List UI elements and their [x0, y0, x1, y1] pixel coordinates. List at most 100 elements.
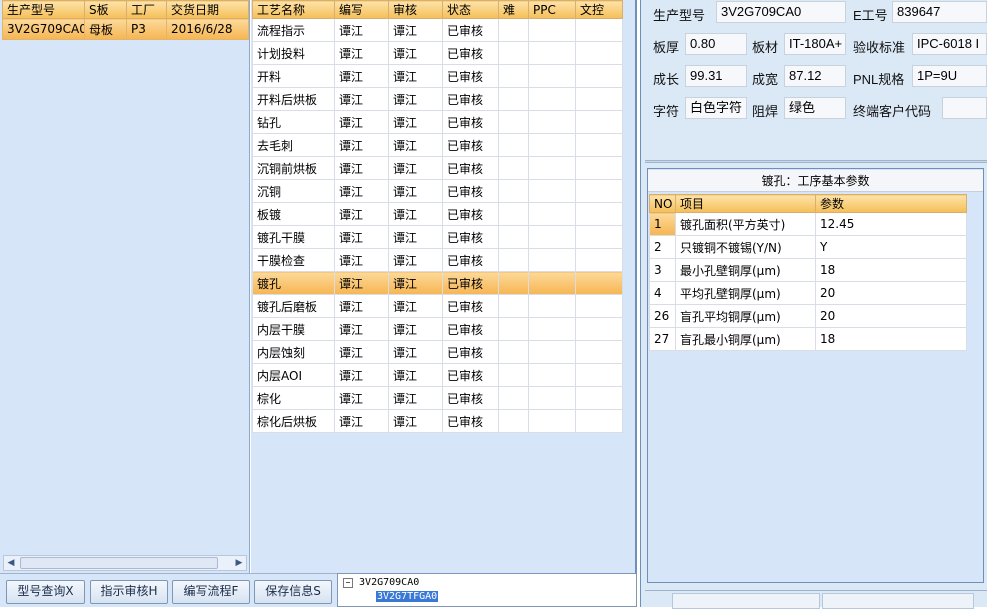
cell-author: 谭江: [334, 156, 389, 180]
cell-author: 谭江: [334, 294, 389, 318]
col-header-reviewer[interactable]: 审核: [388, 0, 443, 19]
scroll-thumb[interactable]: [20, 557, 218, 569]
cell-process-name: 镀孔: [252, 271, 335, 295]
table-row[interactable]: 计划投料 谭江 谭江 已审核: [252, 41, 623, 65]
cell-ppc: [528, 133, 576, 157]
cell-reviewer: 谭江: [388, 87, 443, 111]
tree-node-root[interactable]: − 3V2G709CA0: [343, 577, 419, 589]
table-row[interactable]: 内层干膜 谭江 谭江 已审核: [252, 317, 623, 341]
table-row[interactable]: 3V2G709CA0 母板 P3 2016/6/28: [2, 18, 249, 40]
material-field[interactable]: IT-180A+: [784, 33, 846, 55]
table-row[interactable]: 内层蚀刻 谭江 谭江 已审核: [252, 340, 623, 364]
cell-process-name: 开料: [252, 64, 335, 88]
customer-code-field[interactable]: [942, 97, 987, 119]
scroll-left-arrow-icon[interactable]: ◀: [4, 557, 18, 569]
cell-reviewer: 谭江: [388, 271, 443, 295]
tree-node-child[interactable]: 3V2G7TFGA0: [376, 591, 439, 602]
table-row[interactable]: 内层AOI 谭江 谭江 已审核: [252, 363, 623, 387]
cell-status: 已审核: [442, 179, 499, 203]
cell-value: 18: [815, 258, 967, 282]
cell-doc-control: [575, 41, 623, 65]
cell-status: 已审核: [442, 156, 499, 180]
table-row[interactable]: 镀孔 谭江 谭江 已审核: [252, 271, 623, 295]
model-field[interactable]: 3V2G709CA0: [716, 1, 846, 23]
table-row[interactable]: 板镀 谭江 谭江 已审核: [252, 202, 623, 226]
horizontal-scrollbar[interactable]: ◀ ▶: [3, 555, 247, 571]
table-row[interactable]: 27 盲孔最小铜厚(μm) 18: [649, 327, 967, 351]
cell-doc-control: [575, 18, 623, 42]
char-field[interactable]: 白色字符: [685, 97, 747, 119]
col-header-author[interactable]: 编写: [334, 0, 389, 19]
col-header-model[interactable]: 生产型号: [2, 0, 85, 19]
model-table: 生产型号 S板 工厂 交货日期 3V2G709CA0 母板 P3 2016/6/…: [2, 0, 249, 40]
cell-process-name: 开料后烘板: [252, 87, 335, 111]
tree-root-label: 3V2G709CA0: [359, 577, 420, 588]
cell-sboard: 母板: [84, 18, 127, 40]
col-header-sboard[interactable]: S板: [84, 0, 127, 19]
instruction-review-button[interactable]: 指示审核H: [90, 580, 168, 604]
cell-status: 已审核: [442, 87, 499, 111]
table-row[interactable]: 沉铜前烘板 谭江 谭江 已审核: [252, 156, 623, 180]
cell-status: 已审核: [442, 271, 499, 295]
table-row[interactable]: 钻孔 谭江 谭江 已审核: [252, 110, 623, 134]
col-header-status[interactable]: 状态: [442, 0, 499, 19]
col-header-item[interactable]: 项目: [675, 194, 816, 213]
cell-doc-control: [575, 156, 623, 180]
col-header-ppc[interactable]: PPC: [528, 0, 576, 19]
write-flow-button[interactable]: 编写流程F: [172, 580, 250, 604]
table-row[interactable]: 沉铜 谭江 谭江 已审核: [252, 179, 623, 203]
grow-field[interactable]: 99.31: [685, 65, 747, 87]
table-row[interactable]: 棕化 谭江 谭江 已审核: [252, 386, 623, 410]
col-header-difficulty[interactable]: 难: [498, 0, 529, 19]
table-row[interactable]: 1 镀孔面积(平方英寸) 12.45: [649, 212, 967, 236]
cell-difficulty: [498, 64, 529, 88]
col-header-delivery-date[interactable]: 交货日期: [166, 0, 249, 19]
mask-field[interactable]: 绿色: [784, 97, 846, 119]
table-row[interactable]: 棕化后烘板 谭江 谭江 已审核: [252, 409, 623, 433]
eno-field[interactable]: 839647: [892, 1, 987, 23]
cell-ppc: [528, 225, 576, 249]
col-header-value[interactable]: 参数: [815, 194, 967, 213]
width-field[interactable]: 87.12: [784, 65, 846, 87]
cell-difficulty: [498, 87, 529, 111]
cell-reviewer: 谭江: [388, 363, 443, 387]
cell-ppc: [528, 409, 576, 433]
table-row[interactable]: 26 盲孔平均铜厚(μm) 20: [649, 304, 967, 328]
table-row[interactable]: 开料 谭江 谭江 已审核: [252, 64, 623, 88]
model-tree[interactable]: − 3V2G709CA0 3V2G7TFGA0: [337, 573, 637, 607]
table-row[interactable]: 4 平均孔壁铜厚(μm) 20: [649, 281, 967, 305]
table-row[interactable]: 3 最小孔壁铜厚(μm) 18: [649, 258, 967, 282]
cell-doc-control: [575, 110, 623, 134]
col-header-factory[interactable]: 工厂: [126, 0, 167, 19]
process-table: 工艺名称 编写 审核 状态 难 PPC 文控 流程指示 谭江 谭江 已审核 计划投料 谭江…: [252, 0, 623, 433]
table-row[interactable]: 干膜检查 谭江 谭江 已审核: [252, 248, 623, 272]
col-header-no[interactable]: NO: [649, 194, 676, 213]
col-header-process-name[interactable]: 工艺名称: [252, 0, 335, 19]
pnl-field[interactable]: 1P=9U: [912, 65, 987, 87]
params-title: 镀孔：工序基本参数: [648, 170, 983, 192]
table-row[interactable]: 开料后烘板 谭江 谭江 已审核: [252, 87, 623, 111]
thickness-field[interactable]: 0.80: [685, 33, 747, 55]
standard-field[interactable]: IPC-6018 I: [912, 33, 987, 55]
width-label: 成宽: [752, 72, 779, 87]
table-row[interactable]: 镀孔干膜 谭江 谭江 已审核: [252, 225, 623, 249]
col-header-doc-control[interactable]: 文控: [575, 0, 623, 19]
collapse-icon[interactable]: −: [343, 577, 353, 588]
cell-reviewer: 谭江: [388, 409, 443, 433]
cell-status: 已审核: [442, 110, 499, 134]
cell-ppc: [528, 317, 576, 341]
cell-item: 最小孔壁铜厚(μm): [675, 258, 816, 282]
cell-difficulty: [498, 133, 529, 157]
cell-delivery-date: 2016/6/28: [166, 18, 249, 40]
cell-process-name: 流程指示: [252, 18, 335, 42]
save-info-button[interactable]: 保存信息S: [254, 580, 332, 604]
table-row[interactable]: 镀孔后磨板 谭江 谭江 已审核: [252, 294, 623, 318]
model-query-button[interactable]: 型号查询X: [6, 580, 85, 604]
table-row[interactable]: 去毛刺 谭江 谭江 已审核: [252, 133, 623, 157]
table-row[interactable]: 流程指示 谭江 谭江 已审核: [252, 18, 623, 42]
cell-author: 谭江: [334, 64, 389, 88]
scroll-right-arrow-icon[interactable]: ▶: [232, 557, 246, 569]
table-row[interactable]: 2 只镀铜不镀锡(Y/N) Y: [649, 235, 967, 259]
cell-doc-control: [575, 317, 623, 341]
splitter[interactable]: [645, 160, 987, 163]
